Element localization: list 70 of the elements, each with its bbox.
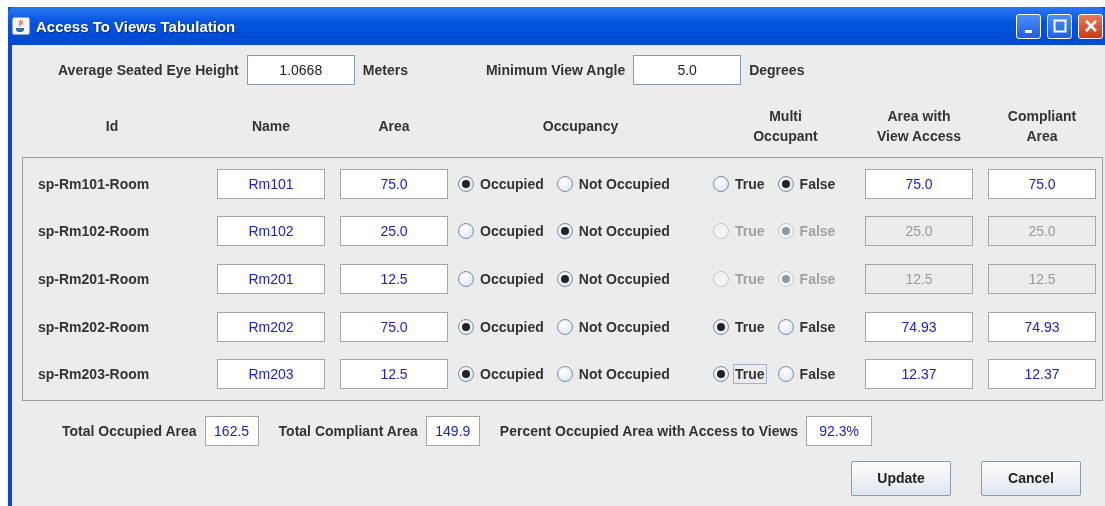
- setting-label: Average Seated Eye Height: [58, 62, 239, 78]
- radio-button[interactable]: [713, 175, 729, 192]
- radio-label[interactable]: Not Occupied: [577, 365, 671, 384]
- radio-button[interactable]: [713, 366, 729, 383]
- cancel-button[interactable]: Cancel: [981, 460, 1081, 496]
- room-id: sp-Rm201-Room: [37, 271, 151, 287]
- column-header: Area with View Access: [875, 107, 963, 146]
- radio-label[interactable]: True: [734, 174, 766, 193]
- radio-label[interactable]: False: [798, 317, 837, 336]
- close-button[interactable]: [1078, 13, 1103, 39]
- room-id: sp-Rm101-Room: [37, 175, 151, 192]
- radio-button[interactable]: [458, 175, 474, 192]
- window-title: Access To Views Tabulation: [36, 17, 237, 35]
- radio-label[interactable]: True: [734, 365, 766, 384]
- radio-label[interactable]: Occupied: [479, 365, 545, 384]
- column-header: Area: [377, 117, 411, 136]
- coffee-cup-icon: [12, 17, 30, 35]
- radio-button[interactable]: [556, 318, 573, 335]
- radio-button[interactable]: [777, 318, 794, 335]
- room-id: sp-Rm202-Room: [37, 318, 151, 335]
- update-button[interactable]: Update: [851, 460, 951, 496]
- room-id: sp-Rm102-Room: [37, 223, 151, 240]
- radio-button[interactable]: [713, 318, 729, 335]
- view-area-field[interactable]: 74.93: [865, 311, 973, 342]
- compliant-area-field[interactable]: 75.0: [988, 168, 1096, 199]
- unit-label: Degrees: [749, 62, 805, 78]
- total-label: Total Compliant Area: [278, 422, 418, 439]
- input-field[interactable]: 1.0668: [246, 55, 355, 85]
- column-header: Multi Occupant: [752, 107, 819, 146]
- minimize-icon: [1025, 29, 1032, 33]
- radio-button[interactable]: [458, 318, 474, 335]
- area-field[interactable]: 75.0: [340, 311, 448, 342]
- input-field[interactable]: 5.0: [633, 55, 742, 85]
- total-label: Percent Occupied Area with Access to Views: [499, 422, 799, 439]
- total-field: 162.5: [204, 415, 259, 446]
- maximize-button[interactable]: [1047, 13, 1072, 39]
- radio-label[interactable]: Occupied: [479, 317, 545, 336]
- name-field[interactable]: Rm203: [217, 359, 325, 390]
- radio-label[interactable]: True: [734, 317, 766, 336]
- name-field[interactable]: Rm202: [217, 311, 325, 342]
- radio-button[interactable]: [777, 175, 794, 192]
- view-area-field[interactable]: 12.37: [865, 359, 973, 390]
- radio-button[interactable]: [777, 366, 794, 383]
- compliant-area-field[interactable]: 12.37: [988, 359, 1096, 390]
- radio-label[interactable]: Not Occupied: [577, 174, 671, 193]
- radio-label[interactable]: False: [798, 174, 837, 193]
- radio-label[interactable]: Not Occupied: [577, 317, 671, 336]
- maximize-icon: [1052, 19, 1067, 33]
- room-id: sp-Rm203-Room: [37, 366, 151, 383]
- compliant-area-field[interactable]: 74.93: [988, 311, 1096, 342]
- minimize-button[interactable]: [1016, 13, 1041, 39]
- radio-button[interactable]: [458, 366, 474, 383]
- view-area-field[interactable]: 75.0: [865, 168, 973, 199]
- radio-label[interactable]: Occupied: [479, 174, 545, 193]
- column-header: Id: [104, 117, 120, 136]
- area-field[interactable]: 12.5: [340, 359, 448, 390]
- column-header: Compliant Area: [1006, 107, 1078, 146]
- name-field[interactable]: Rm101: [217, 168, 325, 199]
- radio-label[interactable]: False: [798, 365, 837, 384]
- total-field: 92.3%: [806, 415, 873, 446]
- total-label: Total Occupied Area: [62, 422, 197, 439]
- total-field: 149.9: [425, 415, 480, 446]
- radio-button[interactable]: [556, 366, 573, 383]
- close-icon: [1083, 19, 1098, 33]
- unit-label: Meters: [362, 62, 408, 78]
- radio-button[interactable]: [556, 175, 573, 192]
- area-field[interactable]: 75.0: [340, 168, 448, 199]
- setting-label: Minimum View Angle: [485, 62, 626, 78]
- column-header: Name: [250, 117, 292, 136]
- column-header: Occupancy: [541, 117, 620, 136]
